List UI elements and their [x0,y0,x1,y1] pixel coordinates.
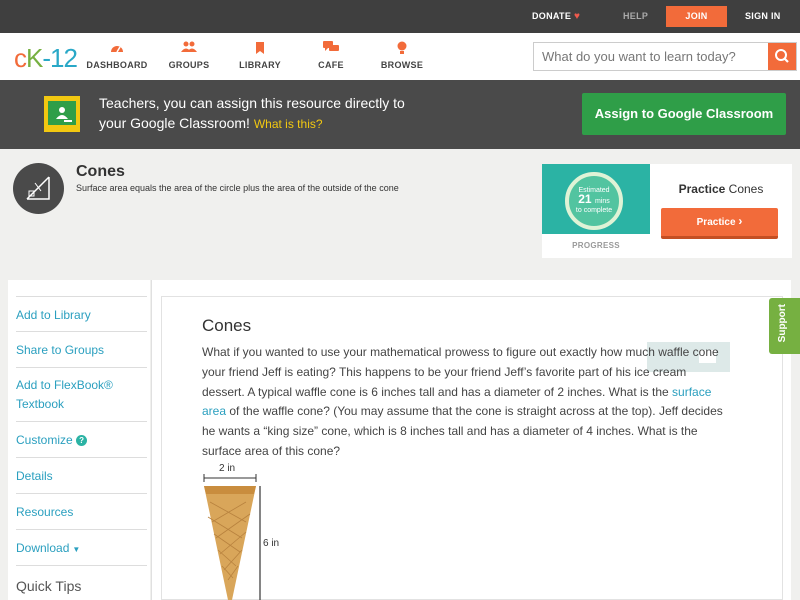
waffle-cone-figure: 2 in 6 in [200,462,300,600]
heart-icon: ♥ [573,11,581,22]
top-bar: DONATE ♥ HELP JOIN SIGN IN [0,0,800,33]
sidebar-add-to-flexbook[interactable]: Add to FlexBook® Textbook [16,368,147,422]
page-subtitle: Surface area equals the area of the circ… [76,183,399,193]
ck12-logo[interactable]: cK-12 [14,43,78,74]
nav-dashboard[interactable]: DASHBOARD [82,41,152,70]
sidebar-resources[interactable]: Resources [16,494,147,530]
donate-link[interactable]: DONATE ♥ [532,0,580,33]
article-paragraph: What if you wanted to use your mathemati… [202,345,723,458]
sign-in-link[interactable]: SIGN IN [745,0,781,33]
nav-cafe[interactable]: CAFE [296,41,366,70]
practice-button[interactable]: Practice › [661,208,778,239]
what-is-this-link[interactable]: What is this? [254,117,323,131]
search-box [533,42,797,71]
groups-icon [154,41,224,57]
quick-tips-heading: Quick Tips [16,578,82,594]
search-icon [775,49,789,63]
cafe-icon [296,41,366,57]
progress-image: Estimated 21 mins to complete [542,164,650,234]
banner-message: Teachers, you can assign this resource d… [99,95,405,131]
help-icon[interactable]: ? [76,435,88,446]
practice-card: Estimated 21 mins to complete PROGRESS P… [542,164,792,258]
sidebar-customize[interactable]: Customize ? [16,422,147,458]
nav-groups[interactable]: GROUPS [154,41,224,70]
browse-icon [367,41,437,57]
search-input[interactable] [534,43,768,70]
search-button[interactable] [768,43,796,70]
join-button[interactable]: JOIN [666,6,727,27]
assign-google-classroom-button[interactable]: Assign to Google Classroom [582,93,786,135]
page-title: Cones [76,163,125,180]
nav-library[interactable]: LIBRARY [225,41,295,70]
sidebar-add-to-library[interactable]: Add to Library [16,296,147,332]
practice-title: Practice Cones [678,182,764,196]
sidebar-share-to-groups[interactable]: Share to Groups [16,332,147,368]
geometry-icon [13,163,64,214]
sidebar-details[interactable]: Details [16,458,147,494]
google-classroom-icon [44,96,80,132]
teacher-banner: Teachers, you can assign this resource d… [0,80,800,149]
nav-browse[interactable]: BROWSE [367,41,437,70]
concept-header: Cones Surface area equals the area of th… [0,149,800,280]
library-icon [225,41,295,57]
waffle-cone-image [203,474,261,600]
help-link[interactable]: HELP [623,0,648,33]
chevron-right-icon: › [738,214,743,228]
caret-down-icon: ▼ [72,545,81,554]
progress-label: PROGRESS [572,241,620,250]
sidebar-download[interactable]: Download ▼ [16,530,147,566]
main-nav: cK-12 DASHBOARD GROUPS LIBRARY CAFE BROW… [0,33,800,80]
cone-height-label: 6 in [263,538,280,549]
article-title: Cones [202,316,252,335]
support-tab[interactable]: Support [769,298,800,354]
dashboard-icon [82,41,152,57]
progress-ring: Estimated 21 mins to complete [565,172,623,230]
